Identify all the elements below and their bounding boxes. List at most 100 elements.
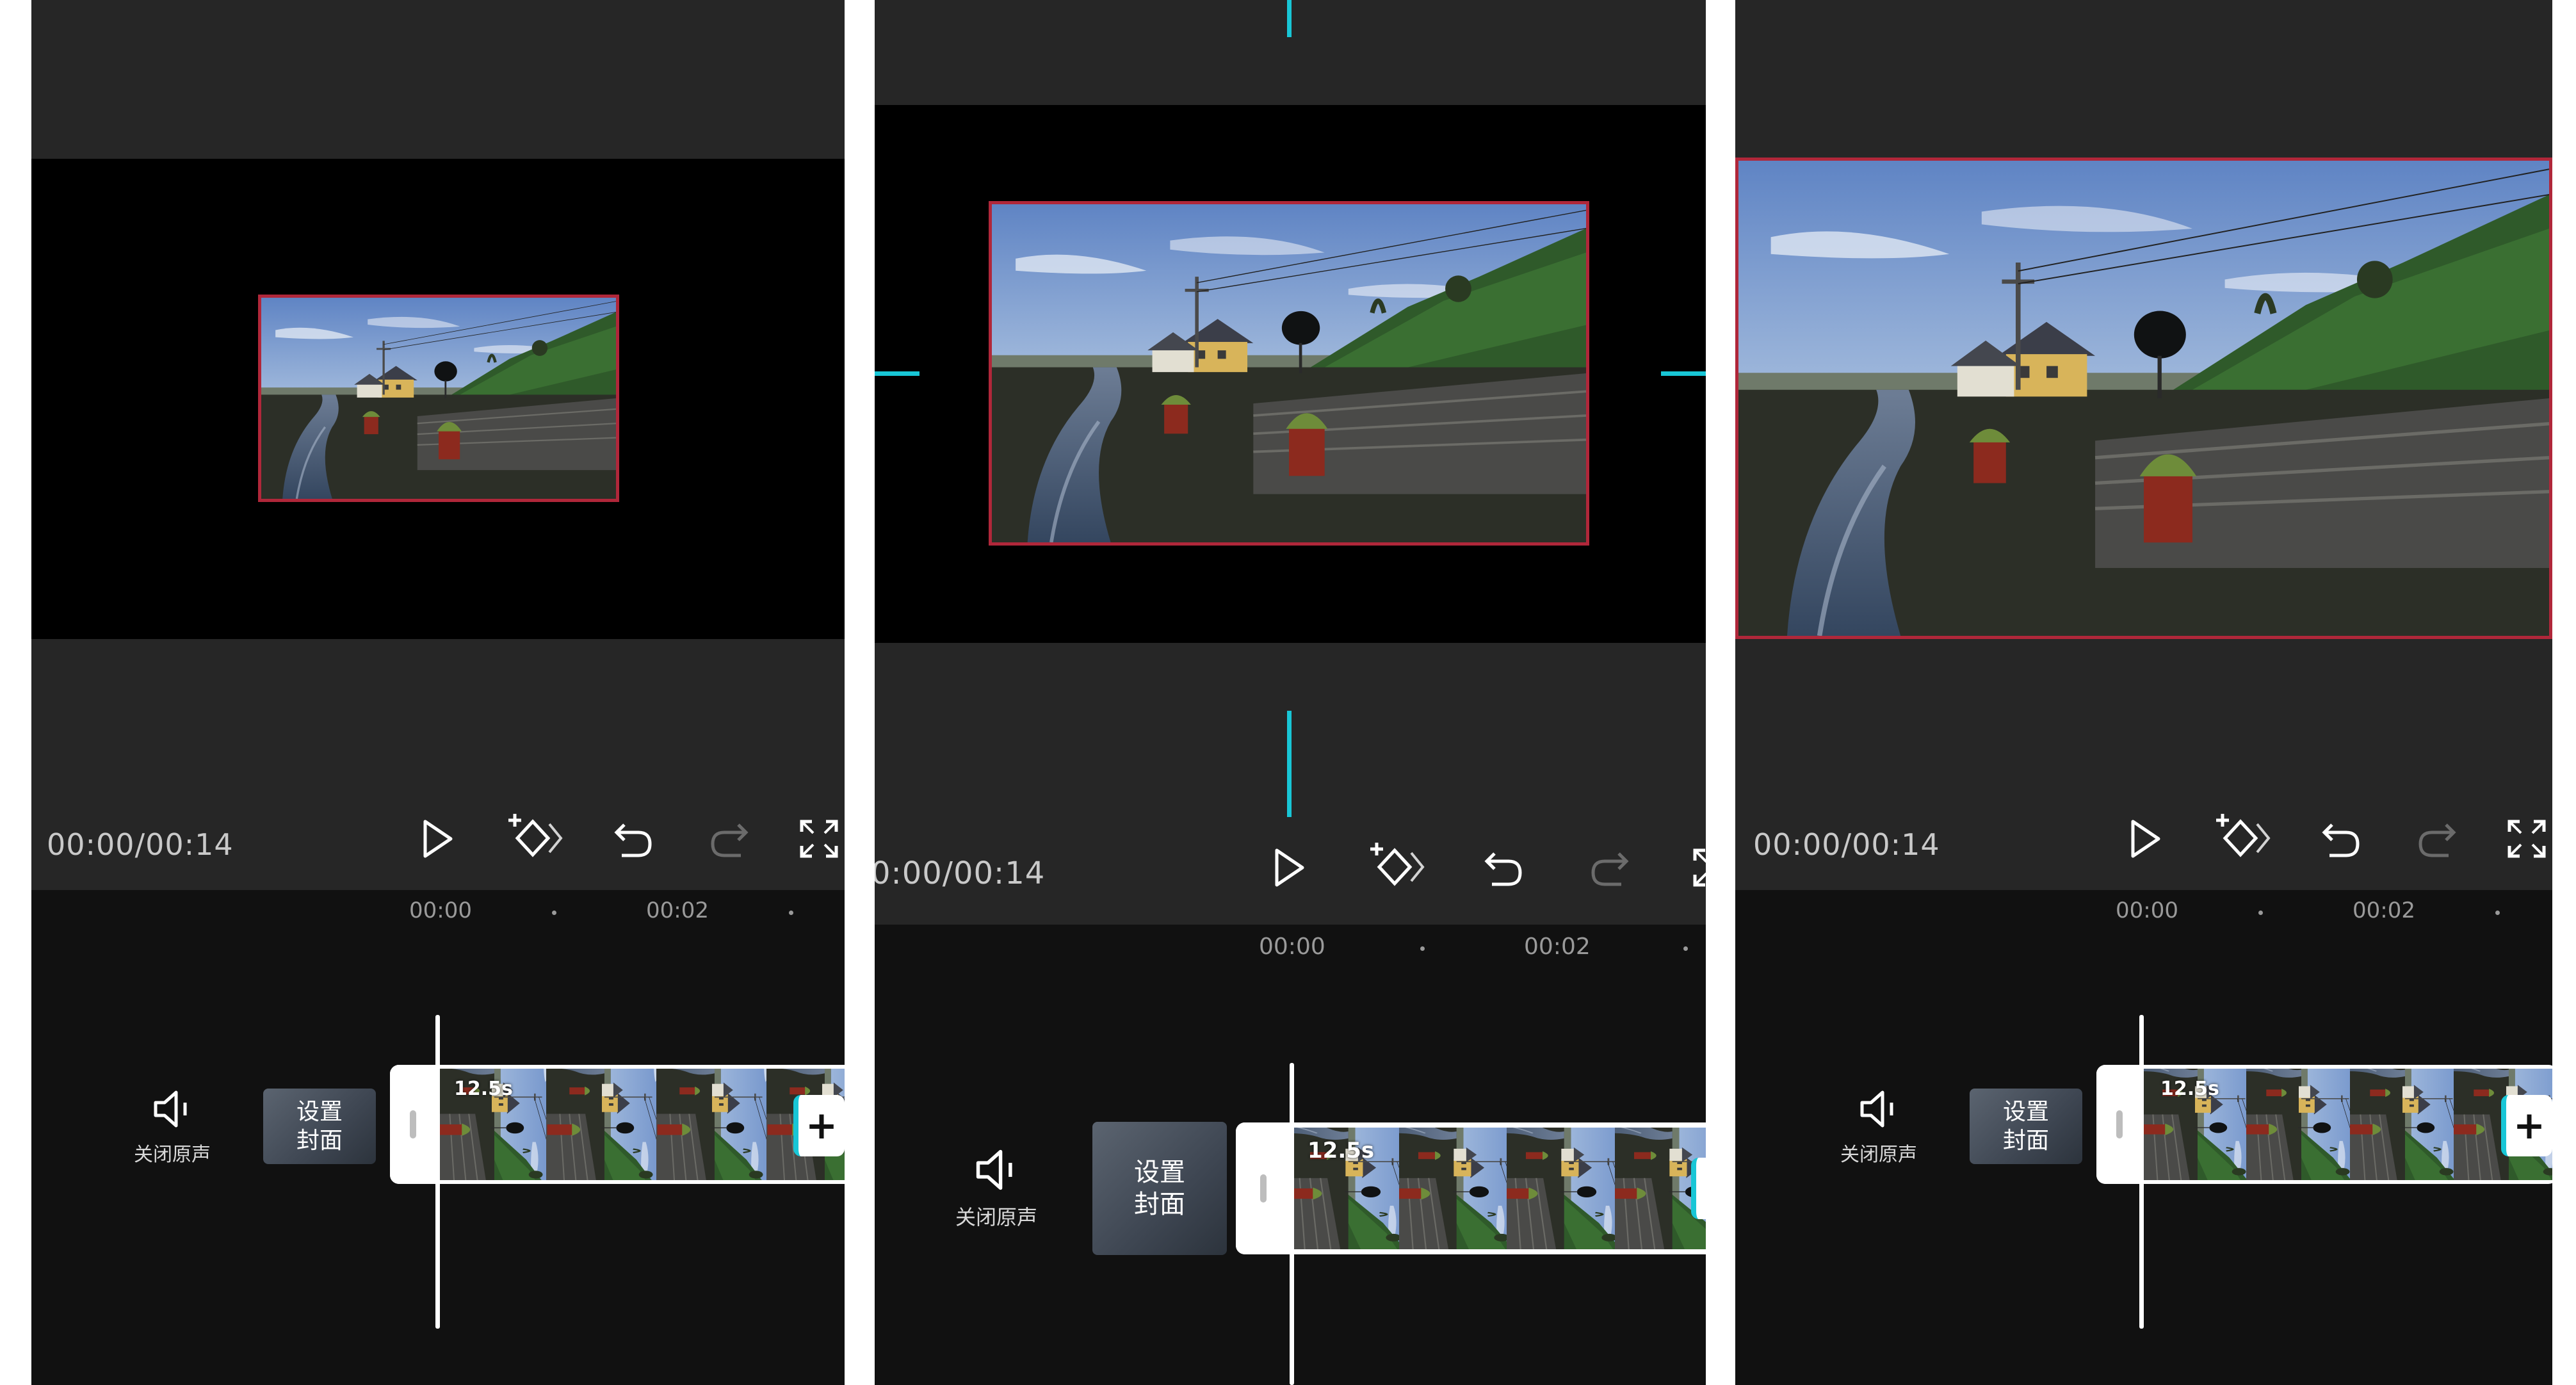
time-display: 0:00/00:14 xyxy=(875,855,1046,891)
video-clip-track[interactable]: 12.5s xyxy=(2096,1065,2552,1184)
set-cover-button[interactable]: 设置 封面 xyxy=(263,1089,376,1164)
ruler-dot xyxy=(552,911,556,915)
redo-icon xyxy=(1591,852,1629,886)
clip-thumbnail xyxy=(1507,1128,1615,1249)
video-clip-track[interactable]: 12.5s xyxy=(390,1065,845,1184)
playhead[interactable] xyxy=(435,1015,440,1329)
ruler-tick-0: 00:00 xyxy=(409,898,472,923)
play-button[interactable] xyxy=(416,813,460,864)
play-icon xyxy=(1275,848,1304,887)
clip-trim-handle[interactable] xyxy=(1236,1122,1291,1254)
top-toolbar-area xyxy=(1735,0,2552,159)
fullscreen-icon xyxy=(800,820,838,858)
keyframe-button[interactable] xyxy=(1364,839,1428,896)
scene-image xyxy=(1738,161,2549,636)
mute-label: 关闭原声 xyxy=(1840,1144,1917,1166)
redo-button[interactable] xyxy=(704,813,755,864)
set-cover-button[interactable]: 设置 封面 xyxy=(1970,1089,2082,1164)
video-clip-preview[interactable] xyxy=(258,295,619,502)
speaker-mute-icon xyxy=(976,1149,1012,1190)
plus-icon: + xyxy=(2513,1103,2546,1148)
add-clip-button[interactable]: + xyxy=(2501,1095,2552,1156)
video-clip-track[interactable]: 12.5s xyxy=(1236,1122,1706,1254)
keyframe-add-icon xyxy=(1370,843,1425,886)
mute-label: 关闭原声 xyxy=(134,1144,211,1166)
editor-panel-2: 0:00/00:14 00:00 00:02 关闭原声 设置 封面 12.5s xyxy=(875,0,1706,1385)
mute-original-button[interactable]: 关闭原声 xyxy=(134,1089,211,1167)
ruler-tick-1: 00:02 xyxy=(1524,934,1591,960)
keyframe-button[interactable] xyxy=(2210,810,2274,868)
clip-thumbnail xyxy=(2246,1069,2350,1180)
speaker-mute-icon xyxy=(154,1090,187,1128)
clip-thumbnail xyxy=(1399,1128,1507,1249)
ruler-tick-1: 00:02 xyxy=(646,898,709,923)
ruler-dot xyxy=(2258,911,2263,915)
set-cover-button[interactable]: 设置 封面 xyxy=(1092,1122,1227,1255)
fullscreen-icon xyxy=(1693,848,1706,887)
ruler-dot xyxy=(2495,911,2500,915)
clip-trim-handle[interactable] xyxy=(390,1065,436,1184)
video-clip-preview[interactable] xyxy=(1735,158,2552,639)
scene-image xyxy=(992,204,1586,542)
fullscreen-icon xyxy=(2507,820,2546,858)
fullscreen-button[interactable] xyxy=(2501,813,2552,864)
add-clip-button[interactable] xyxy=(1691,1158,1706,1219)
mute-original-button[interactable]: 关闭原声 xyxy=(1840,1089,1917,1167)
redo-icon xyxy=(711,823,749,857)
redo-icon xyxy=(2418,823,2456,857)
ruler-dot xyxy=(789,911,793,915)
ruler-dot xyxy=(1683,946,1688,951)
undo-button[interactable] xyxy=(2315,813,2367,864)
center-guide-right xyxy=(1661,371,1706,376)
clip-thumbnail xyxy=(656,1069,766,1180)
time-display: 00:00/00:14 xyxy=(1753,827,1940,862)
undo-icon xyxy=(2322,823,2360,857)
ruler-dot xyxy=(1420,946,1425,951)
redo-button[interactable] xyxy=(2411,813,2463,864)
center-guide-left xyxy=(875,371,919,376)
mute-original-button[interactable]: 关闭原声 xyxy=(955,1147,1037,1231)
fullscreen-button[interactable] xyxy=(1687,842,1706,893)
clip-trim-handle[interactable] xyxy=(2096,1065,2143,1184)
mute-label: 关闭原声 xyxy=(955,1205,1038,1229)
time-display: 00:00/00:14 xyxy=(47,827,234,862)
ruler-tick-0: 00:00 xyxy=(2116,898,2178,923)
clip-duration: 12.5s xyxy=(454,1078,513,1100)
cover-label-line2: 封面 xyxy=(1134,1190,1185,1219)
clip-duration: 12.5s xyxy=(2160,1078,2219,1100)
undo-button[interactable] xyxy=(1478,842,1529,893)
cover-label-line2: 封面 xyxy=(296,1128,343,1154)
undo-icon xyxy=(614,823,652,857)
speaker-mute-icon xyxy=(1860,1090,1893,1128)
add-clip-button[interactable]: + xyxy=(793,1095,845,1156)
fullscreen-button[interactable] xyxy=(793,813,845,864)
editor-panel-3: 00:00/00:14 00:00 00:02 关闭原声 设置 封面 12.5s… xyxy=(1735,0,2552,1385)
play-button[interactable] xyxy=(1267,842,1312,893)
editor-panel-1: 00:00/00:14 00:00 00:02 关闭原声 设置 封面 12.5s… xyxy=(31,0,845,1385)
undo-button[interactable] xyxy=(608,813,659,864)
top-toolbar-area xyxy=(31,0,845,159)
play-icon xyxy=(423,820,453,858)
video-clip-preview[interactable] xyxy=(989,201,1589,546)
playhead[interactable] xyxy=(2139,1015,2144,1329)
clip-thumbnail xyxy=(2350,1069,2454,1180)
playhead[interactable] xyxy=(1290,1063,1294,1385)
cover-label-line2: 封面 xyxy=(2002,1128,2049,1154)
keyframe-button[interactable] xyxy=(502,810,566,868)
undo-icon xyxy=(1484,852,1522,886)
play-icon xyxy=(2131,820,2160,858)
redo-button[interactable] xyxy=(1584,842,1635,893)
ruler-tick-0: 00:00 xyxy=(1259,934,1325,960)
center-guide-top xyxy=(1287,0,1292,37)
keyframe-add-icon xyxy=(2216,814,2271,857)
keyframe-add-icon xyxy=(508,814,563,857)
plus-icon: + xyxy=(805,1103,838,1148)
clip-thumbnail xyxy=(546,1069,656,1180)
center-guide-bottom xyxy=(1287,711,1292,817)
clip-duration: 12.5s xyxy=(1308,1138,1375,1163)
ruler-tick-1: 00:02 xyxy=(2353,898,2415,923)
play-button[interactable] xyxy=(2123,813,2168,864)
cover-label-line1: 设置 xyxy=(296,1099,343,1125)
cover-label-line1: 设置 xyxy=(1134,1158,1185,1187)
scene-image xyxy=(261,298,616,499)
